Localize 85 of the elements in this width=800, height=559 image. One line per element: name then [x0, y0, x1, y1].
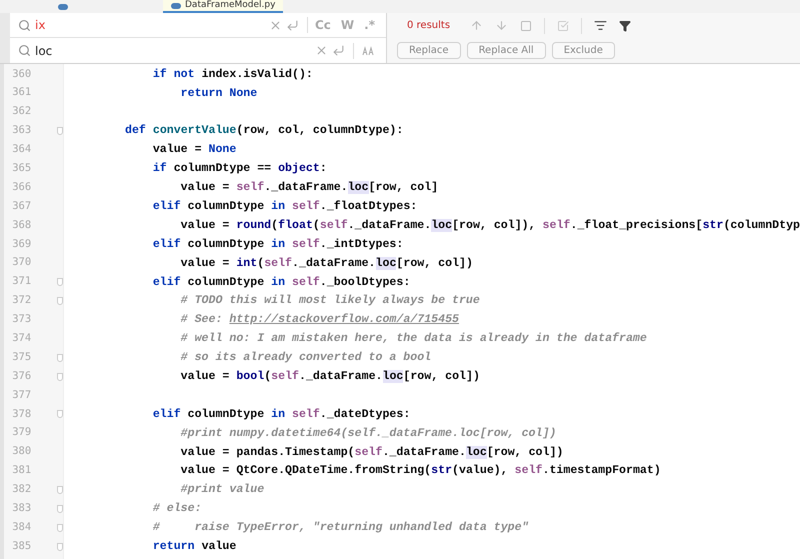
line-number: 379 — [11, 425, 32, 440]
line-number: 364 — [11, 142, 32, 158]
search-option-toggle[interactable]: .* — [361, 16, 378, 34]
code-line: elif columnDtype in self._floatDtypes: — [152, 198, 418, 215]
replace-toolbar-button[interactable]: Replace All — [466, 42, 546, 59]
python-file-icon — [171, 2, 181, 8]
fold-marker-icon[interactable] — [56, 297, 64, 306]
preserve-case-icon[interactable] — [362, 46, 374, 56]
line-number: 377 — [11, 388, 32, 403]
previous-arrow-icon[interactable] — [470, 19, 484, 32]
line-number: 366 — [11, 180, 32, 195]
line-number: 378 — [11, 406, 32, 422]
fold-marker-icon[interactable] — [56, 127, 64, 136]
line-number: 371 — [11, 274, 32, 290]
clear-icon[interactable] — [268, 18, 282, 32]
search-option-toggle[interactable]: Cc — [312, 16, 334, 34]
code-line: elif columnDtype in self._boolDtypes: — [152, 274, 410, 291]
replace-toolbar-button[interactable]: Exclude — [552, 42, 615, 59]
code-line: value = QtCore.QDateTime.fromString(str(value), self.timestampFormat) — [180, 463, 661, 480]
line-number: 383 — [11, 501, 32, 516]
search-icon[interactable] — [18, 18, 31, 32]
code-line: if columnDtype == object: — [152, 161, 327, 178]
code-line: value = self._dataFrame.loc[row, col] — [180, 180, 438, 196]
line-number: 368 — [11, 218, 32, 233]
newline-icon[interactable] — [286, 18, 299, 32]
line-number: 380 — [11, 444, 32, 460]
code-line: if not index.isValid(): — [152, 66, 313, 83]
newline-icon[interactable] — [332, 44, 345, 57]
line-number: 376 — [11, 368, 32, 384]
code-line: elif columnDtype in self._dateDtypes: — [152, 406, 410, 423]
code-line: #print value — [180, 482, 264, 498]
line-number: 382 — [11, 482, 32, 498]
fold-marker-icon[interactable] — [56, 504, 64, 513]
fold-marker-icon[interactable] — [56, 542, 64, 551]
replace-field[interactable]: loc — [35, 42, 311, 60]
find-field[interactable]: ix — [35, 16, 265, 34]
code-line: value = round(float(self._dataFrame.loc[row, col]), self._float_precisions[str(columnDtyp — [180, 218, 800, 234]
fold-marker-icon[interactable] — [56, 278, 64, 286]
line-number: 362 — [11, 104, 32, 120]
code-line: # See: http://stackoverflow.com/a/715455 — [180, 312, 459, 328]
code-line: value = int(self._dataFrame.loc[row, col]) — [180, 256, 473, 272]
fold-marker-icon[interactable] — [56, 410, 64, 418]
code-line: value = None — [152, 142, 236, 158]
line-number: 375 — [11, 350, 32, 365]
code-line: elif columnDtype in self._intDtypes: — [152, 236, 404, 253]
line-number: 365 — [11, 161, 32, 176]
line-number: 370 — [11, 255, 32, 270]
line-number: 363 — [11, 123, 32, 138]
next-arrow-icon[interactable] — [495, 19, 508, 32]
line-number: 374 — [11, 331, 32, 346]
code-line: value = bool(self._dataFrame.loc[row, col]) — [180, 369, 480, 385]
code-line: # so its already converted to a bool — [180, 350, 432, 366]
code-line: # TODO this will most likely always be true — [180, 293, 480, 310]
filter-icon[interactable] — [619, 20, 632, 32]
code-line: # else: — [152, 501, 202, 518]
replace-toolbar-button[interactable]: Replace — [397, 42, 461, 59]
fold-marker-icon[interactable] — [56, 354, 64, 362]
checkbox-icon[interactable] — [557, 20, 570, 32]
editor-tab[interactable]: DataFrameModel.py — [163, 0, 284, 13]
code-line: # raise TypeError, "returning unhandled data type" — [152, 520, 529, 536]
line-number: 384 — [11, 520, 32, 535]
code-line: return None — [180, 86, 258, 102]
search-option-toggle[interactable]: W — [338, 16, 358, 34]
line-number: 372 — [11, 293, 32, 308]
clear-icon[interactable] — [315, 44, 328, 57]
fold-marker-icon[interactable] — [56, 372, 64, 381]
line-number: 369 — [11, 236, 32, 252]
line-number: 360 — [11, 66, 32, 82]
fold-marker-icon[interactable] — [56, 524, 64, 532]
code-line: value = pandas.Timestamp(self._dataFrame.loc[row, col]) — [180, 444, 564, 461]
results-count: 0 results — [407, 19, 450, 33]
line-number: 361 — [11, 85, 32, 100]
code-line: return value — [152, 539, 236, 556]
code-line: # well no: I am mistaken here, the data is already in the dataframe — [180, 331, 647, 348]
list-icon[interactable] — [594, 19, 608, 32]
code-line: def convertValue(row, col, columnDtype): — [124, 123, 404, 140]
line-number: 367 — [11, 198, 32, 214]
search-icon[interactable] — [18, 44, 31, 57]
line-number: 385 — [11, 538, 32, 554]
fold-marker-icon[interactable] — [56, 486, 64, 494]
python-file-icon — [58, 4, 68, 10]
code-line: #print numpy.datetime64(self._dataFrame.loc[row, col]) — [180, 426, 556, 442]
line-number: 373 — [11, 312, 32, 328]
line-number: 381 — [11, 463, 32, 478]
select-all-icon[interactable] — [520, 20, 532, 32]
